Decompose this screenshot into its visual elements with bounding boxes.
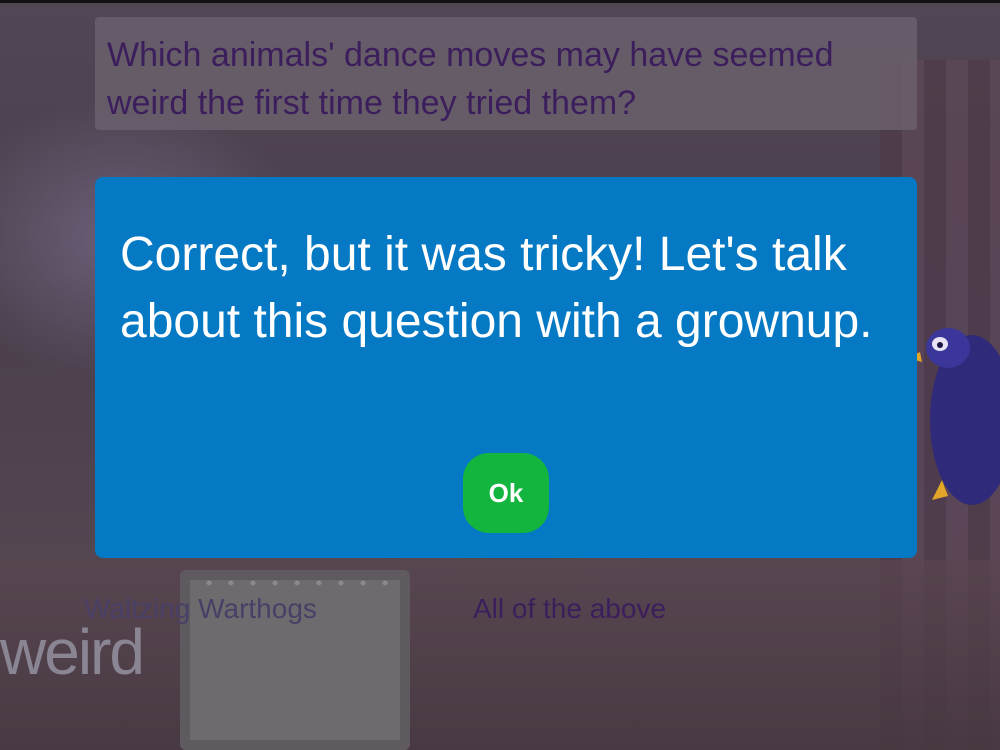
- answer-option-all-of-the-above[interactable]: All of the above: [473, 593, 666, 625]
- bird-mascot-icon: [912, 328, 1000, 505]
- answer-option-waltzing-warthogs[interactable]: Waltzing Warthogs: [84, 593, 317, 625]
- ok-button[interactable]: Ok: [463, 453, 549, 533]
- top-edge-bar: [0, 0, 1000, 3]
- crate-rivets: [198, 578, 398, 588]
- feedback-message: Correct, but it was tricky! Let's talk a…: [120, 228, 873, 348]
- question-text: Which animals' dance moves may have seem…: [107, 36, 834, 122]
- weird-sign: weird: [0, 616, 145, 688]
- question-box: Which animals' dance moves may have seem…: [95, 17, 917, 130]
- stage-floor: [0, 560, 1000, 750]
- feedback-dialog: Correct, but it was tricky! Let's talk a…: [95, 177, 917, 558]
